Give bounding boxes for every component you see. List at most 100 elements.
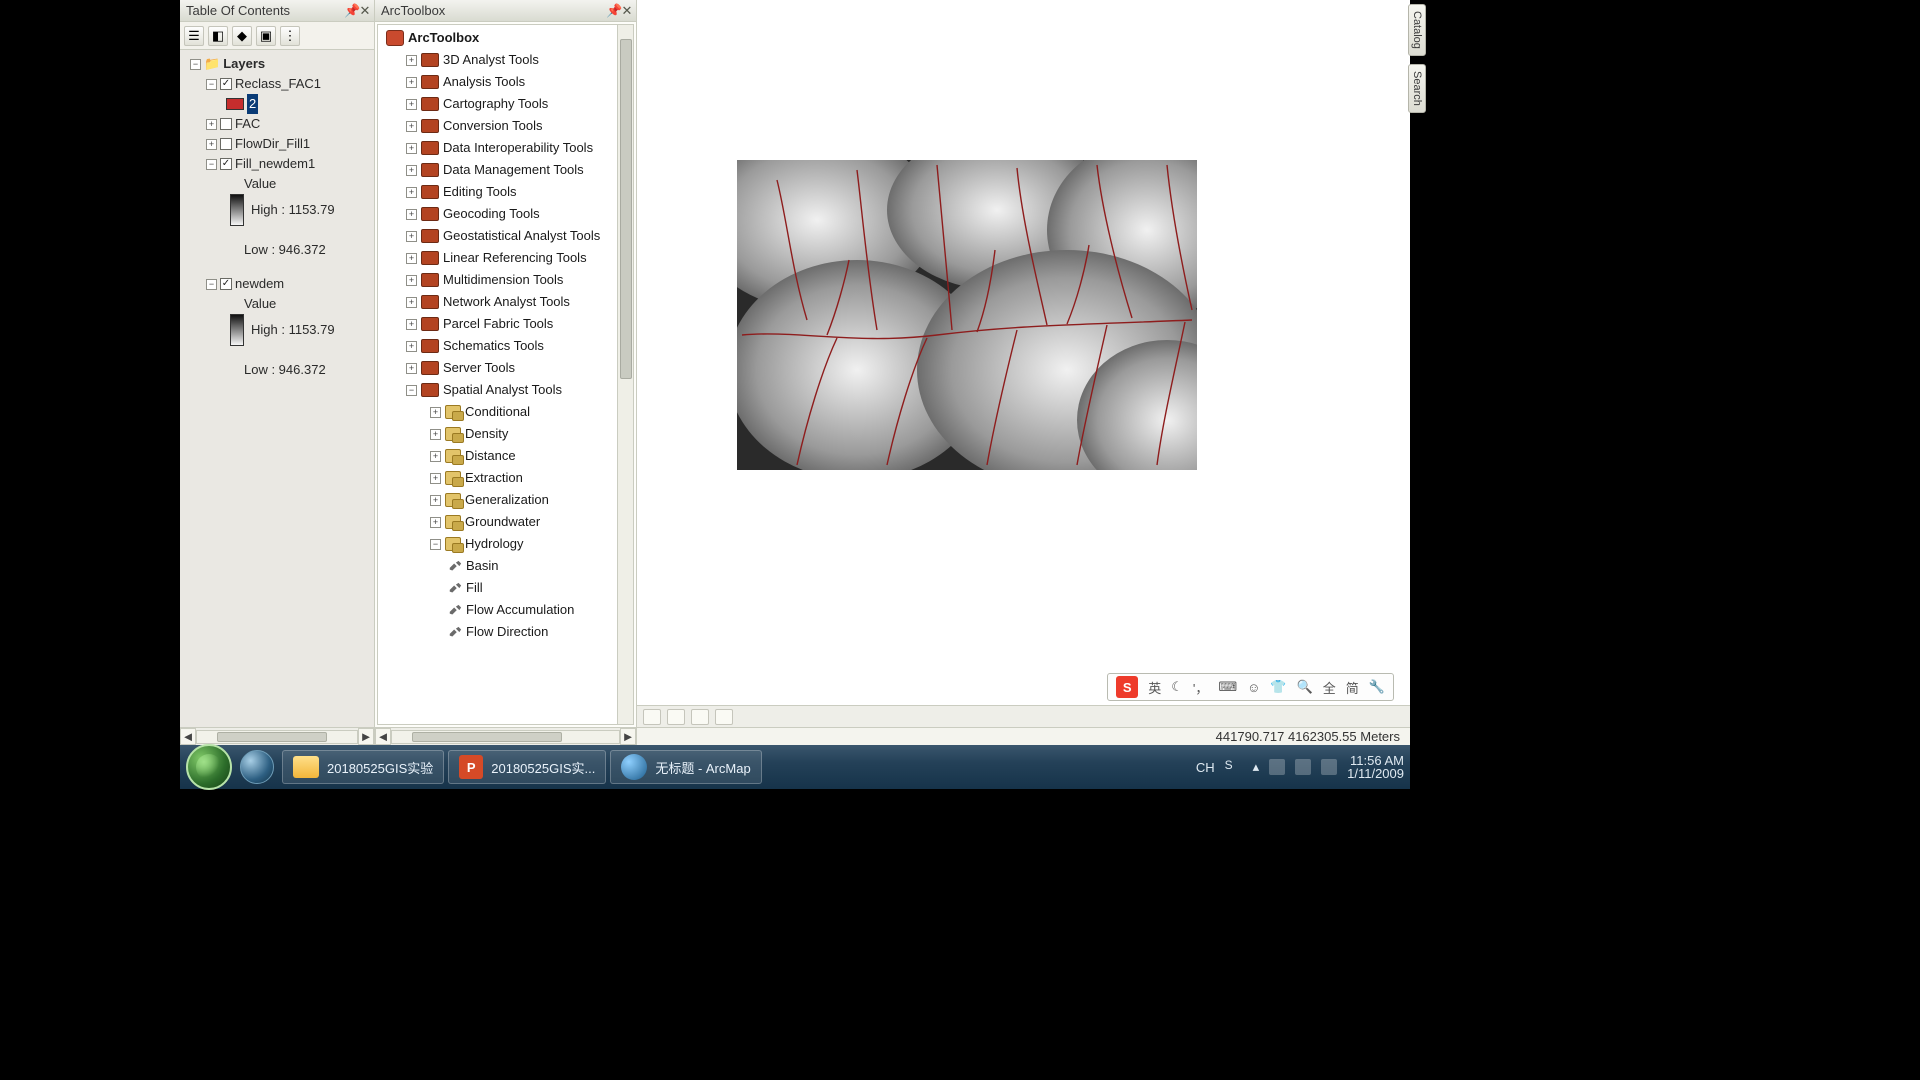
expand-icon[interactable]: + bbox=[406, 99, 417, 110]
search-tab[interactable]: Search bbox=[1408, 64, 1426, 113]
start-button[interactable] bbox=[186, 744, 232, 790]
toolbox-root[interactable]: ArcToolbox bbox=[380, 27, 631, 49]
checkbox-checked-icon[interactable]: ✓ bbox=[220, 158, 232, 170]
tool-item[interactable]: Fill bbox=[380, 577, 631, 599]
expand-icon[interactable]: + bbox=[406, 341, 417, 352]
refresh-icon[interactable] bbox=[691, 709, 709, 725]
collapse-icon[interactable]: − bbox=[206, 79, 217, 90]
expand-icon[interactable]: + bbox=[406, 209, 417, 220]
sogou-tray-icon[interactable]: S bbox=[1225, 758, 1243, 776]
toolset-item[interactable]: + Groundwater bbox=[380, 511, 631, 533]
expand-icon[interactable]: + bbox=[406, 319, 417, 330]
expand-icon[interactable]: + bbox=[430, 451, 441, 462]
scroll-left-icon[interactable]: ◄ bbox=[375, 728, 391, 745]
layer-fill-newdem1[interactable]: − ✓ Fill_newdem1 bbox=[182, 154, 372, 174]
toolbox-item[interactable]: − Spatial Analyst Tools bbox=[380, 379, 631, 401]
layer-newdem[interactable]: − ✓ newdem bbox=[182, 274, 372, 294]
catalog-tab[interactable]: Catalog bbox=[1408, 4, 1426, 56]
toolset-item[interactable]: + Distance bbox=[380, 445, 631, 467]
taskbar-item-arcmap[interactable]: 无标题 - ArcMap bbox=[610, 750, 761, 784]
shirt-icon[interactable]: 👕 bbox=[1270, 679, 1286, 695]
network-icon[interactable] bbox=[1295, 759, 1311, 775]
toolbox-item[interactable]: + Parcel Fabric Tools bbox=[380, 313, 631, 335]
layer-flowdir[interactable]: + FlowDir_Fill1 bbox=[182, 134, 372, 154]
pin-icon[interactable]: 📌 bbox=[606, 3, 620, 19]
expand-icon[interactable]: + bbox=[430, 429, 441, 440]
toolbox-header[interactable]: ArcToolbox 📌 ✕ bbox=[375, 0, 636, 22]
list-by-visibility-icon[interactable]: ◆ bbox=[232, 26, 252, 46]
toolset-item[interactable]: + Extraction bbox=[380, 467, 631, 489]
toolset-item[interactable]: + Density bbox=[380, 423, 631, 445]
options-icon[interactable]: ⋮ bbox=[280, 26, 300, 46]
expand-icon[interactable]: + bbox=[406, 231, 417, 242]
keyboard-icon[interactable]: ⌨ bbox=[1218, 679, 1237, 695]
collapse-icon[interactable]: − bbox=[206, 279, 217, 290]
scroll-track[interactable] bbox=[196, 730, 358, 744]
magnify-icon[interactable]: 🔍 bbox=[1297, 679, 1313, 695]
scroll-thumb[interactable] bbox=[217, 732, 327, 742]
windows-taskbar[interactable]: 20180525GIS实验 P 20180525GIS实... 无标题 - Ar… bbox=[180, 745, 1410, 789]
tool-item[interactable]: Flow Accumulation bbox=[380, 599, 631, 621]
toolbox-item[interactable]: + Conversion Tools bbox=[380, 115, 631, 137]
toolbox-item[interactable]: + Geostatistical Analyst Tools bbox=[380, 225, 631, 247]
expand-icon[interactable]: + bbox=[406, 77, 417, 88]
taskbar-item-powerpoint[interactable]: P 20180525GIS实... bbox=[448, 750, 606, 784]
checkbox-checked-icon[interactable]: ✓ bbox=[220, 278, 232, 290]
toolbox-item[interactable]: + Server Tools bbox=[380, 357, 631, 379]
toolbox-hscroll[interactable]: ◄ ► bbox=[375, 727, 636, 745]
ime-lang[interactable]: 英 bbox=[1148, 678, 1161, 697]
map-view[interactable]: Catalog Search S 英 ☾ '， ⌨ ☺ 👕 🔍 全 简 🔧 44… bbox=[637, 0, 1410, 745]
toolset-item[interactable]: − Hydrology bbox=[380, 533, 631, 555]
close-icon[interactable]: ✕ bbox=[620, 3, 634, 19]
list-by-drawing-order-icon[interactable]: ☰ bbox=[184, 26, 204, 46]
toolbox-item[interactable]: + Linear Referencing Tools bbox=[380, 247, 631, 269]
toolset-item[interactable]: + Generalization bbox=[380, 489, 631, 511]
layers-root[interactable]: − 📁 Layers bbox=[182, 54, 372, 74]
toolbox-item[interactable]: + Cartography Tools bbox=[380, 93, 631, 115]
expand-icon[interactable]: + bbox=[430, 473, 441, 484]
scroll-thumb[interactable] bbox=[412, 732, 562, 742]
toolbox-item[interactable]: + Multidimension Tools bbox=[380, 269, 631, 291]
toc-tree[interactable]: − 📁 Layers − ✓ Reclass_FAC1 2 + FAC + bbox=[180, 50, 374, 727]
toolbox-item[interactable]: + Analysis Tools bbox=[380, 71, 631, 93]
collapse-icon[interactable]: − bbox=[430, 539, 441, 550]
scroll-left-icon[interactable]: ◄ bbox=[180, 728, 196, 745]
expand-icon[interactable]: + bbox=[406, 55, 417, 66]
pause-icon[interactable] bbox=[715, 709, 733, 725]
expand-icon[interactable]: + bbox=[406, 165, 417, 176]
list-by-selection-icon[interactable]: ▣ bbox=[256, 26, 276, 46]
layer-reclass-fac1[interactable]: − ✓ Reclass_FAC1 bbox=[182, 74, 372, 94]
reclass-value-selected[interactable]: 2 bbox=[247, 94, 258, 114]
expand-icon[interactable]: + bbox=[406, 187, 417, 198]
collapse-icon[interactable]: − bbox=[206, 159, 217, 170]
pinned-app-icon[interactable] bbox=[240, 750, 274, 784]
scroll-thumb[interactable] bbox=[620, 39, 632, 379]
collapse-icon[interactable]: − bbox=[406, 385, 417, 396]
expand-icon[interactable]: + bbox=[430, 407, 441, 418]
toolbox-vscroll[interactable] bbox=[617, 25, 633, 724]
toc-header[interactable]: Table Of Contents 📌 ✕ bbox=[180, 0, 374, 22]
expand-icon[interactable]: + bbox=[406, 275, 417, 286]
reclass-symbol[interactable]: 2 bbox=[182, 94, 372, 114]
toolbox-tree[interactable]: ArcToolbox + 3D Analyst Tools + Analysis… bbox=[377, 24, 634, 725]
map-canvas[interactable] bbox=[737, 160, 1197, 470]
expand-icon[interactable]: + bbox=[206, 139, 217, 150]
ime-toolbar[interactable]: S 英 ☾ '， ⌨ ☺ 👕 🔍 全 简 🔧 bbox=[1107, 673, 1394, 701]
scroll-track[interactable] bbox=[391, 730, 620, 744]
expand-icon[interactable]: + bbox=[406, 121, 417, 132]
toolbox-item[interactable]: + Schematics Tools bbox=[380, 335, 631, 357]
toc-hscroll[interactable]: ◄ ► bbox=[180, 727, 374, 745]
scroll-right-icon[interactable]: ► bbox=[620, 728, 636, 745]
toolbox-item[interactable]: + Editing Tools bbox=[380, 181, 631, 203]
expand-icon[interactable]: + bbox=[206, 119, 217, 130]
layer-fac[interactable]: + FAC bbox=[182, 114, 372, 134]
wrench-icon[interactable]: 🔧 bbox=[1369, 679, 1385, 695]
checkbox-unchecked-icon[interactable] bbox=[220, 118, 232, 130]
toolbox-item[interactable]: + 3D Analyst Tools bbox=[380, 49, 631, 71]
toolbox-item[interactable]: + Geocoding Tools bbox=[380, 203, 631, 225]
checkbox-checked-icon[interactable]: ✓ bbox=[220, 78, 232, 90]
ime-full[interactable]: 全 bbox=[1323, 678, 1336, 697]
expand-icon[interactable]: + bbox=[430, 517, 441, 528]
expand-icon[interactable]: + bbox=[406, 253, 417, 264]
toolset-item[interactable]: + Conditional bbox=[380, 401, 631, 423]
